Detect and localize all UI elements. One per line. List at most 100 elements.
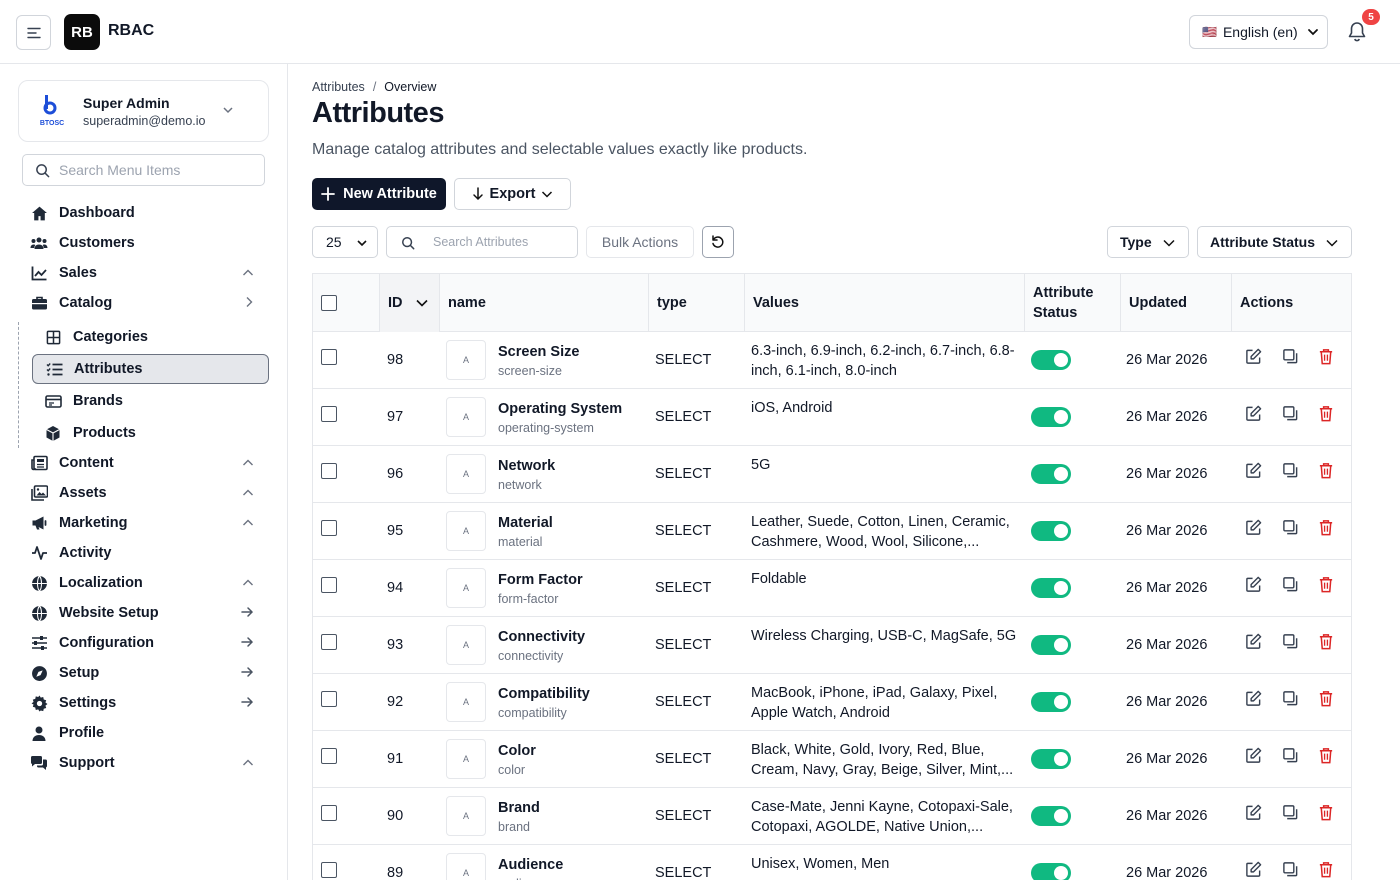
column-header-id[interactable]: ID: [379, 274, 439, 332]
menu-search-input[interactable]: Search Menu Items: [22, 154, 265, 186]
attribute-status-toggle[interactable]: [1031, 407, 1071, 427]
sidebar-item-configuration[interactable]: Configuration: [30, 631, 262, 655]
sidebar-item-dashboard[interactable]: Dashboard: [30, 201, 262, 225]
table-row[interactable]: 90 A Brand brand SELECT Case-Mate, Jenni Kayn…: [313, 788, 1351, 845]
select-all-checkbox[interactable]: [321, 295, 337, 311]
sidebar-item-customers[interactable]: Customers: [30, 231, 262, 255]
sidebar-item-settings[interactable]: Settings: [30, 691, 262, 715]
attribute-name[interactable]: Screen Size: [498, 344, 579, 360]
duplicate-icon[interactable]: [1282, 633, 1300, 651]
sidebar-item-profile[interactable]: Profile: [30, 721, 262, 745]
attribute-name[interactable]: Audience: [498, 857, 563, 873]
trash-icon[interactable]: [1318, 861, 1336, 879]
sidebar-subitem-attributes[interactable]: Attributes: [32, 354, 269, 384]
attribute-status-toggle[interactable]: [1031, 806, 1071, 826]
column-header-values[interactable]: Values: [744, 274, 1024, 332]
edit-icon[interactable]: [1245, 633, 1263, 651]
attribute-status-toggle[interactable]: [1031, 749, 1071, 769]
table-row[interactable]: 89AAudienceaudienceSELECTUnisex, Women, …: [313, 845, 1351, 880]
type-filter[interactable]: Type: [1107, 226, 1189, 258]
duplicate-icon[interactable]: [1282, 462, 1300, 480]
table-row[interactable]: 94 A Form Factor form-factor SELECT Foldable 2…: [313, 560, 1351, 617]
chevron-up-icon[interactable]: [242, 756, 254, 772]
column-header-attribute-status[interactable]: Attribute Status: [1024, 274, 1120, 332]
attribute-search-input[interactable]: Search Attributes: [386, 226, 578, 258]
row-checkbox[interactable]: [321, 748, 337, 764]
edit-icon[interactable]: [1245, 804, 1263, 822]
attribute-status-toggle[interactable]: [1031, 635, 1071, 655]
attribute-status-filter[interactable]: Attribute Status: [1197, 226, 1352, 258]
sidebar-subitem-categories[interactable]: Categories: [32, 322, 269, 352]
arrow-right-icon[interactable]: [241, 696, 254, 712]
bell-icon[interactable]: [1347, 21, 1367, 43]
attribute-name[interactable]: Color: [498, 743, 536, 759]
attribute-status-toggle[interactable]: [1031, 350, 1071, 370]
sidebar-item-sales[interactable]: Sales: [30, 261, 262, 285]
user-card[interactable]: BTOSC Super Admin superadmin@demo.io: [18, 80, 269, 142]
arrow-right-icon[interactable]: [241, 636, 254, 652]
app-name[interactable]: RBAC: [108, 22, 154, 40]
trash-icon[interactable]: [1318, 747, 1336, 765]
table-row[interactable]: 91 A Color color SELECT Black, White, Gold, I…: [313, 731, 1351, 788]
arrow-right-icon[interactable]: [241, 666, 254, 682]
sidebar-item-activity[interactable]: Activity: [30, 541, 262, 565]
sidebar-item-setup[interactable]: Setup: [30, 661, 262, 685]
row-checkbox[interactable]: [321, 463, 337, 479]
language-select[interactable]: 🇺🇸 English (en): [1189, 15, 1328, 49]
reset-button[interactable]: [702, 226, 734, 258]
duplicate-icon[interactable]: [1282, 576, 1300, 594]
duplicate-icon[interactable]: [1282, 804, 1300, 822]
edit-icon[interactable]: [1245, 348, 1263, 366]
export-button[interactable]: Export: [454, 178, 571, 210]
row-checkbox[interactable]: [321, 349, 337, 365]
attribute-status-toggle[interactable]: [1031, 863, 1071, 880]
table-row[interactable]: 96 A Network network SELECT 5G 26 Mar 2026: [313, 446, 1351, 503]
attribute-name[interactable]: Network: [498, 458, 555, 474]
chevron-up-icon[interactable]: [242, 456, 254, 472]
sidebar-item-localization[interactable]: Localization: [30, 571, 262, 595]
edit-icon[interactable]: [1245, 690, 1263, 708]
arrow-right-icon[interactable]: [241, 606, 254, 622]
edit-icon[interactable]: [1245, 747, 1263, 765]
duplicate-icon[interactable]: [1282, 690, 1300, 708]
duplicate-icon[interactable]: [1282, 861, 1300, 879]
chevron-right-icon[interactable]: [244, 296, 254, 312]
sidebar-item-support[interactable]: Support: [30, 751, 262, 775]
row-checkbox[interactable]: [321, 577, 337, 593]
edit-icon[interactable]: [1245, 576, 1263, 594]
edit-icon[interactable]: [1245, 861, 1263, 879]
sidebar-item-marketing[interactable]: Marketing: [30, 511, 262, 535]
new-attribute-button[interactable]: New Attribute: [312, 178, 446, 210]
row-checkbox[interactable]: [321, 691, 337, 707]
duplicate-icon[interactable]: [1282, 519, 1300, 537]
edit-icon[interactable]: [1245, 462, 1263, 480]
attribute-status-toggle[interactable]: [1031, 521, 1071, 541]
column-header-type[interactable]: type: [648, 274, 744, 332]
sidebar-item-content[interactable]: Content: [30, 451, 262, 475]
trash-icon[interactable]: [1318, 690, 1336, 708]
sidebar-subitem-products[interactable]: Products: [32, 418, 269, 448]
trash-icon[interactable]: [1318, 804, 1336, 822]
column-header-name[interactable]: name: [439, 274, 648, 332]
chevron-up-icon[interactable]: [242, 486, 254, 502]
row-checkbox[interactable]: [321, 862, 337, 878]
duplicate-icon[interactable]: [1282, 405, 1300, 423]
attribute-name[interactable]: Form Factor: [498, 572, 583, 588]
table-row[interactable]: 92 A Compatibility compatibility SELECT MacBo…: [313, 674, 1351, 731]
app-logo[interactable]: RB: [64, 14, 100, 50]
breadcrumb-parent[interactable]: Attributes: [312, 80, 365, 94]
trash-icon[interactable]: [1318, 348, 1336, 366]
table-row[interactable]: 93 A Connectivity connectivity SELECT Wireles…: [313, 617, 1351, 674]
edit-icon[interactable]: [1245, 519, 1263, 537]
attribute-name[interactable]: Material: [498, 515, 553, 531]
column-header-updated[interactable]: Updated: [1120, 274, 1231, 332]
chevron-up-icon[interactable]: [242, 576, 254, 592]
trash-icon[interactable]: [1318, 519, 1336, 537]
menu-toggle-button[interactable]: [16, 15, 51, 50]
row-checkbox[interactable]: [321, 520, 337, 536]
row-checkbox[interactable]: [321, 406, 337, 422]
per-page-select[interactable]: 25: [312, 226, 378, 258]
attribute-name[interactable]: Connectivity: [498, 629, 585, 645]
bulk-actions-button[interactable]: Bulk Actions: [586, 226, 694, 258]
duplicate-icon[interactable]: [1282, 747, 1300, 765]
